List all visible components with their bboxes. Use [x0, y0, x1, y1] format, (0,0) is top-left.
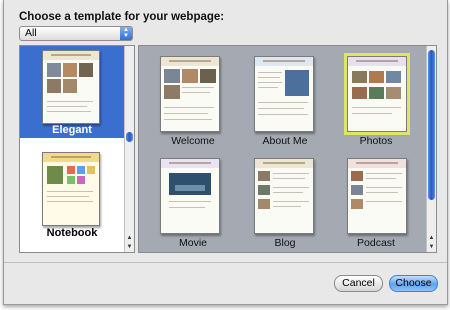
template-thumbnail — [347, 158, 407, 234]
template-label-welcome: Welcome — [171, 135, 215, 147]
template-thumbnail — [160, 56, 220, 132]
cancel-button[interactable]: Cancel — [334, 275, 383, 292]
template-thumbnail — [344, 53, 410, 135]
choose-button[interactable]: Choose — [389, 275, 438, 292]
template-item-welcome[interactable]: Welcome — [147, 56, 239, 151]
scroll-up-arrow-icon[interactable]: ▲ — [427, 234, 436, 242]
theme-item-elegant[interactable]: Elegant — [20, 46, 124, 138]
filter-selected-value: All — [25, 27, 37, 39]
scrollbar-thumb[interactable] — [428, 50, 435, 200]
template-thumbnail — [254, 158, 314, 234]
theme-thumbnail — [42, 152, 100, 226]
theme-label-notebook: Notebook — [46, 227, 98, 239]
template-label-blog: Blog — [274, 237, 296, 249]
template-item-blog[interactable]: Blog — [239, 158, 331, 252]
scroll-down-arrow-icon[interactable]: ▼ — [125, 243, 134, 251]
template-label-podcast: Podcast — [357, 237, 395, 249]
template-item-movie[interactable]: Movie — [147, 158, 239, 252]
template-label-about-me: About Me — [262, 135, 308, 147]
template-grid-scrollbar[interactable]: ▲ ▼ — [426, 46, 436, 252]
template-item-podcast[interactable]: Podcast — [330, 158, 422, 252]
template-item-about-me[interactable]: About Me — [239, 56, 331, 151]
theme-list-scrollbar[interactable]: ▲ ▼ — [124, 46, 134, 252]
theme-list: Elegant Notebook ▲ ▼ — [19, 45, 135, 253]
template-chooser-sheet: Choose a template for your webpage: All … — [3, 0, 448, 305]
template-label-photos: Photos — [359, 135, 393, 147]
theme-item-notebook[interactable]: Notebook — [20, 138, 124, 252]
popup-arrows-icon: ▲ ▼ — [120, 27, 132, 40]
template-filter-popup[interactable]: All ▲ ▼ — [19, 26, 133, 41]
template-thumbnail — [254, 56, 314, 132]
scroll-down-arrow-icon[interactable]: ▼ — [427, 243, 436, 251]
template-grid: Welcome About Me Photos Movie Blog Podca… — [138, 45, 437, 253]
dialog-prompt: Choose a template for your webpage: — [19, 11, 225, 23]
divider — [4, 262, 447, 263]
scroll-up-arrow-icon[interactable]: ▲ — [125, 234, 134, 242]
template-item-photos[interactable]: Photos — [330, 53, 422, 151]
template-label-movie: Movie — [178, 237, 207, 249]
theme-label-elegant: Elegant — [52, 124, 92, 136]
scrollbar-thumb[interactable] — [126, 132, 133, 142]
template-thumbnail — [160, 158, 220, 234]
theme-thumbnail — [42, 50, 100, 124]
